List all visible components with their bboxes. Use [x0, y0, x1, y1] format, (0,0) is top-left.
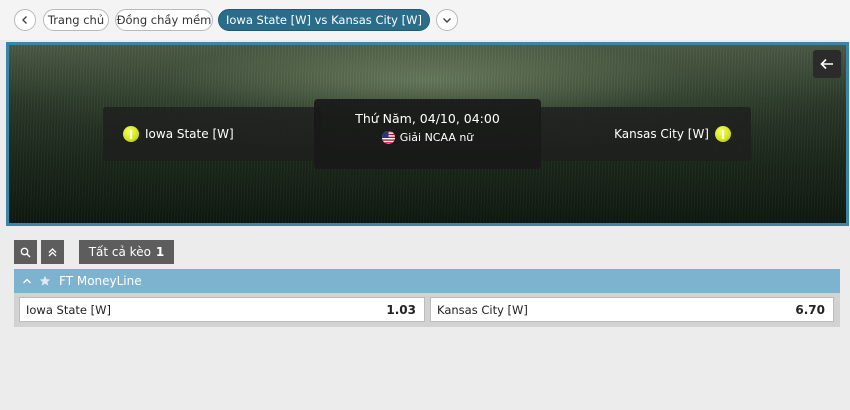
odd-home[interactable]: Iowa State [W] 1.03	[19, 297, 425, 322]
match-datetime: Thứ Năm, 04/10, 04:00	[355, 111, 500, 126]
away-team-name: Kansas City [W]	[614, 127, 709, 141]
tab-all-label: Tất cả kèo	[88, 245, 151, 259]
chevron-up-icon[interactable]	[22, 276, 32, 286]
double-chevron-up-icon	[48, 247, 57, 256]
breadcrumb-match[interactable]: Iowa State [W] vs Kansas City [W]	[218, 9, 430, 31]
away-team-box[interactable]: Kansas City [W]	[539, 107, 751, 161]
odd-away[interactable]: Kansas City [W] 6.70	[430, 297, 834, 322]
market-title: FT MoneyLine	[59, 274, 142, 288]
chevron-left-icon	[22, 16, 27, 24]
breadcrumb-home[interactable]: Trang chủ	[43, 9, 109, 31]
match-hero: Iowa State [W] Kansas City [W] Thứ Năm, …	[6, 42, 849, 226]
market-header[interactable]: FT MoneyLine	[14, 269, 840, 293]
expand-button[interactable]	[436, 9, 458, 31]
odd-home-price: 1.03	[386, 302, 416, 317]
odd-away-label: Kansas City [W]	[437, 302, 528, 317]
search-button[interactable]	[14, 240, 37, 264]
match-info-box: Thứ Năm, 04/10, 04:00 Giải NCAA nữ	[314, 99, 541, 169]
home-team-box[interactable]: Iowa State [W]	[103, 107, 321, 161]
odd-home-label: Iowa State [W]	[26, 302, 111, 317]
search-icon	[20, 247, 31, 257]
league-row: Giải NCAA nữ	[314, 131, 541, 144]
hero-back-button[interactable]	[813, 50, 841, 78]
odd-away-price: 6.70	[795, 302, 825, 317]
home-team-name: Iowa State [W]	[145, 127, 234, 141]
star-icon[interactable]	[39, 275, 51, 287]
tab-all-count: 1	[155, 245, 165, 259]
breadcrumb-sport[interactable]: Đồng chầy mềm	[115, 9, 213, 31]
tab-all-markets[interactable]: Tất cả kèo 1	[79, 240, 174, 264]
softball-icon	[123, 126, 139, 142]
market-odds-row: Iowa State [W] 1.03 Kansas City [W] 6.70	[14, 293, 840, 327]
back-button[interactable]	[14, 9, 36, 31]
chevron-down-icon	[443, 18, 451, 23]
us-flag-icon	[381, 131, 395, 144]
league-name: Giải NCAA nữ	[399, 131, 474, 144]
arrow-left-icon	[820, 58, 833, 70]
collapse-all-button[interactable]	[41, 240, 64, 264]
softball-icon	[715, 126, 731, 142]
breadcrumb: Trang chủ Đồng chầy mềm Iowa State [W] v…	[0, 0, 850, 40]
